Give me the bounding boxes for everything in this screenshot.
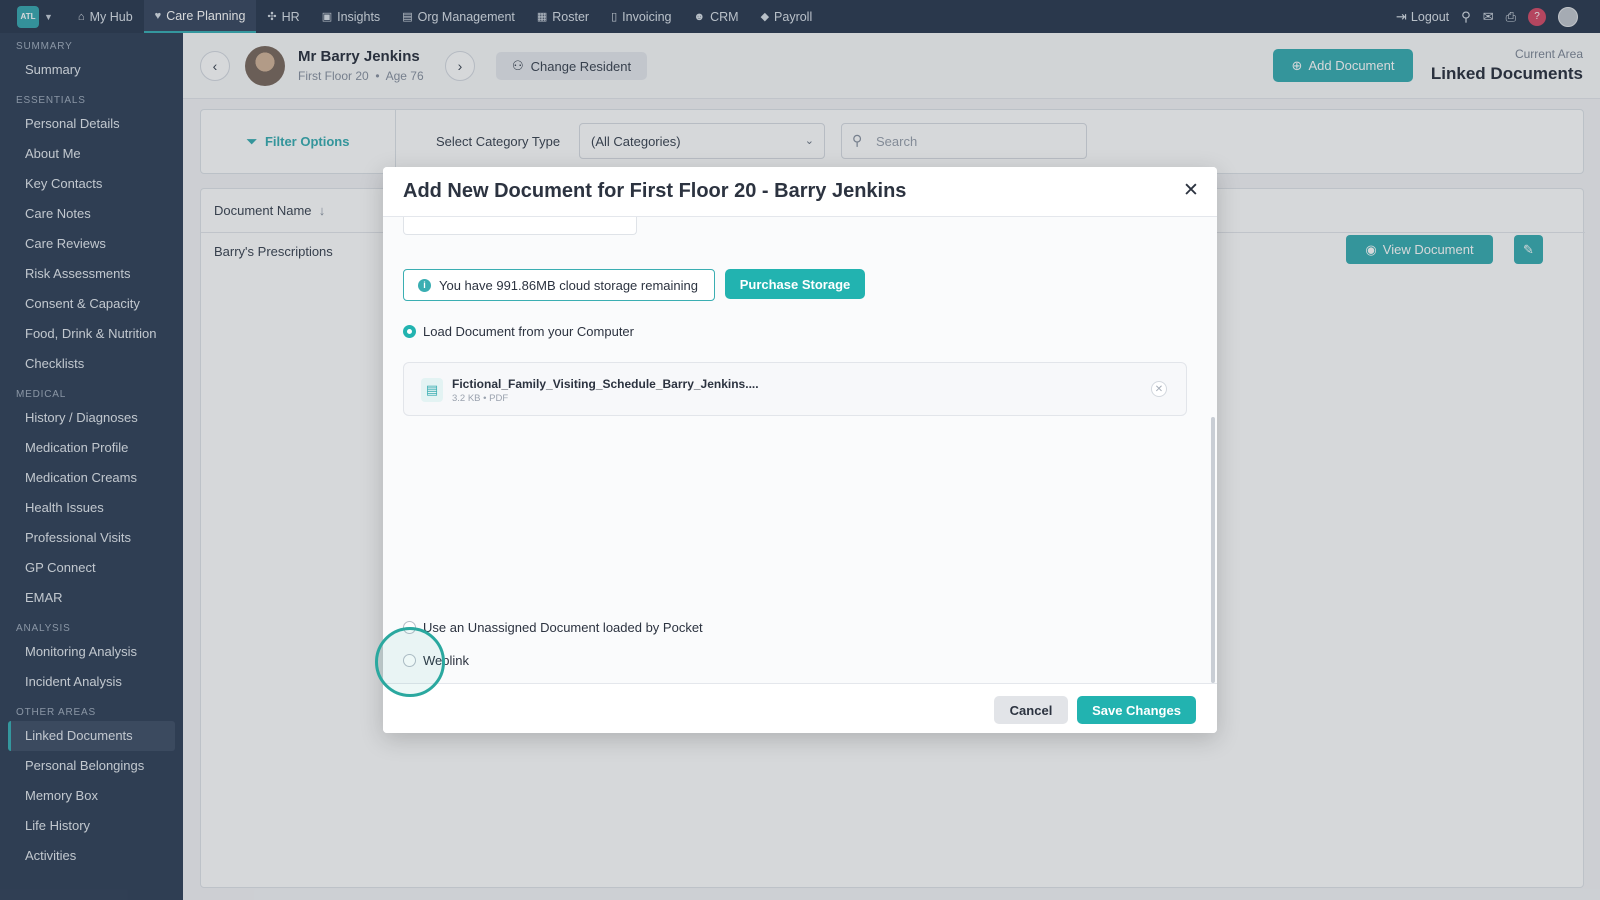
radio-load-from-computer[interactable] bbox=[403, 325, 416, 338]
modal-title: Add New Document for First Floor 20 - Ba… bbox=[403, 180, 907, 202]
modal-header: Add New Document for First Floor 20 - Ba… bbox=[383, 167, 1217, 217]
option-load-from-computer[interactable]: Load Document from your Computer bbox=[403, 324, 634, 339]
modal-scrollbar[interactable] bbox=[1211, 417, 1215, 683]
option-weblink-label: Weblink bbox=[423, 653, 470, 668]
option-unassigned-document[interactable]: Use an Unassigned Document loaded by Poc… bbox=[403, 620, 703, 635]
remove-file-icon[interactable]: ✕ bbox=[1151, 381, 1167, 397]
purchase-storage-button[interactable]: Purchase Storage bbox=[725, 269, 865, 299]
radio-unassigned-document[interactable] bbox=[403, 621, 416, 634]
info-icon: i bbox=[418, 278, 431, 292]
uploaded-file-name: Fictional_Family_Visiting_Schedule_Barry… bbox=[452, 377, 759, 391]
option-load-from-computer-label: Load Document from your Computer bbox=[423, 324, 634, 339]
storage-remaining-notice: i You have 991.86MB cloud storage remain… bbox=[403, 269, 715, 301]
uploaded-file-meta: 3.2 KB • PDF bbox=[452, 393, 509, 404]
add-document-modal: Add New Document for First Floor 20 - Ba… bbox=[383, 167, 1217, 733]
document-file-icon: ▤ bbox=[421, 378, 443, 402]
save-changes-button[interactable]: Save Changes bbox=[1077, 696, 1196, 724]
uploaded-file-card: ▤ Fictional_Family_Visiting_Schedule_Bar… bbox=[403, 362, 1187, 416]
option-weblink[interactable]: Weblink bbox=[403, 653, 469, 668]
cancel-button[interactable]: Cancel bbox=[994, 696, 1068, 724]
modal-footer: Cancel Save Changes bbox=[383, 683, 1217, 733]
modal-body: i You have 991.86MB cloud storage remain… bbox=[383, 217, 1217, 683]
document-field[interactable] bbox=[403, 217, 637, 235]
option-unassigned-document-label: Use an Unassigned Document loaded by Poc… bbox=[423, 620, 703, 635]
storage-remaining-text: You have 991.86MB cloud storage remainin… bbox=[439, 277, 698, 293]
close-icon[interactable]: ✕ bbox=[1179, 178, 1203, 202]
radio-weblink[interactable] bbox=[403, 654, 416, 667]
